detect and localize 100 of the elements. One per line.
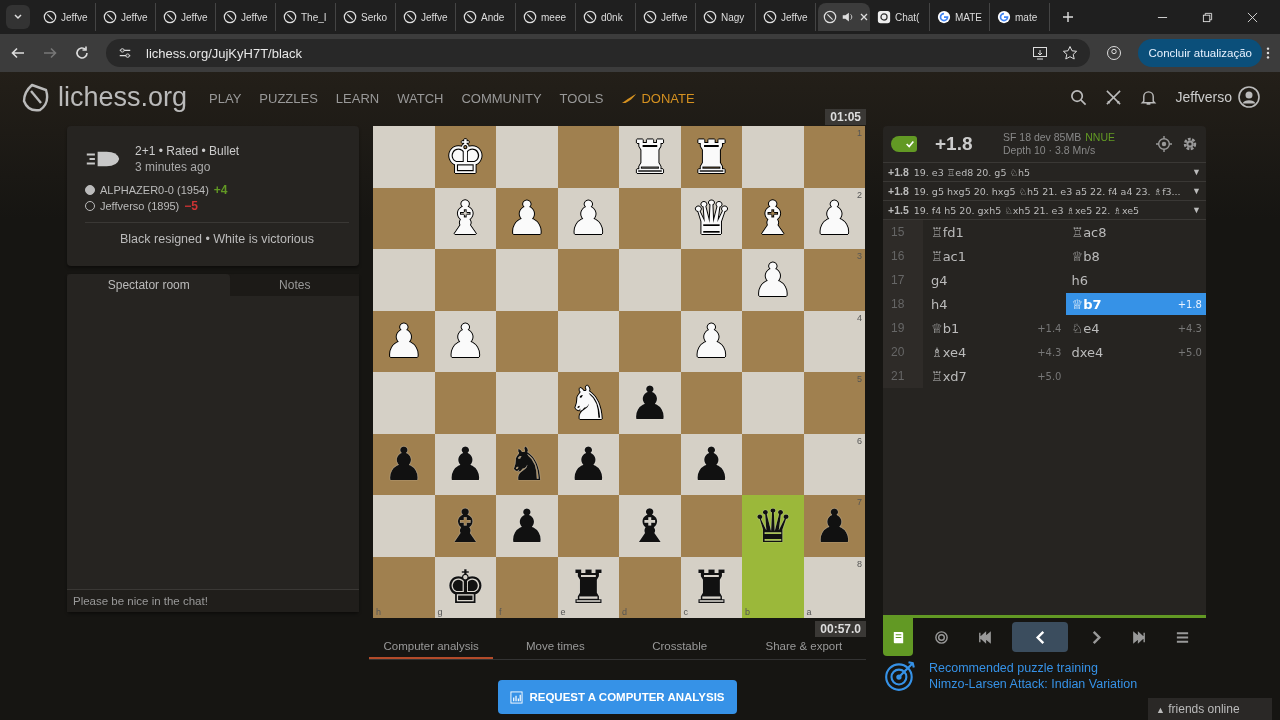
highlighted-square[interactable]: b — [742, 556, 804, 618]
nav-link[interactable]: LEARN — [335, 90, 380, 106]
restore-icon[interactable] — [1202, 11, 1213, 23]
move-item[interactable]: g4 — [925, 269, 1066, 291]
board-square[interactable]: ♝ — [619, 495, 681, 557]
bell-icon[interactable] — [1140, 88, 1158, 106]
crossed-swords-icon[interactable] — [1105, 88, 1123, 106]
chess-piece[interactable]: ♝ — [752, 195, 794, 242]
expand-arrow[interactable]: ▼ — [1192, 167, 1201, 177]
donate-link[interactable]: DONATE — [621, 90, 695, 106]
board-square[interactable]: ♟ — [373, 433, 435, 495]
move-item[interactable]: ♗xe4 +4.3 — [925, 341, 1066, 363]
chess-piece[interactable]: ♟ — [444, 441, 486, 488]
move-item[interactable]: dxe4 +5.0 — [1065, 341, 1206, 363]
browser-tab[interactable]: Ande — [458, 3, 516, 31]
board-square[interactable]: ♟ — [557, 433, 619, 495]
move-item[interactable]: ♖xd7 +5.0 — [925, 365, 1066, 387]
reload-icon[interactable] — [74, 45, 90, 61]
update-button[interactable]: Concluir atualização — [1138, 39, 1262, 67]
puzzle-link[interactable]: Recommended puzzle training — [929, 660, 1138, 676]
browser-tab[interactable]: Chat( — [872, 3, 930, 31]
browser-tab[interactable]: Jeffve — [218, 3, 276, 31]
chess-piece[interactable]: ♟ — [629, 379, 671, 426]
browser-tab[interactable]: meee — [518, 3, 576, 31]
board-square[interactable]: ♟ — [496, 187, 558, 249]
player-name[interactable]: Jeffverso (1895) — [100, 198, 180, 214]
panel-tab[interactable]: Spectator room — [67, 274, 231, 296]
chess-piece[interactable]: ♝ — [629, 502, 671, 549]
nav-link[interactable]: WATCH — [397, 90, 444, 106]
analysis-tab[interactable]: Share & export — [741, 636, 866, 659]
back-icon[interactable] — [10, 45, 26, 61]
move-item[interactable]: h6 — [1065, 269, 1206, 291]
board-square[interactable]: ♟ — [496, 495, 558, 557]
nav-link[interactable]: PLAY — [209, 90, 242, 106]
nav-control-button[interactable] — [1012, 622, 1069, 652]
browser-tab[interactable]: Serko — [338, 3, 396, 31]
board-square[interactable]: ♝ — [742, 187, 804, 249]
chess-piece[interactable]: ♜ — [567, 564, 609, 611]
new-tab-icon[interactable] — [1062, 11, 1074, 23]
board-square[interactable]: 4 — [803, 310, 865, 372]
expand-arrow[interactable]: ▼ — [1192, 205, 1201, 215]
highlighted-square[interactable]: ♛ — [742, 495, 804, 557]
chess-piece[interactable]: ♟ — [567, 441, 609, 488]
chess-piece[interactable]: ♟ — [506, 502, 548, 549]
browser-tab[interactable]: The_I — [278, 3, 336, 31]
nav-link[interactable]: COMMUNITY — [461, 90, 542, 106]
chess-piece[interactable]: ♟ — [690, 441, 732, 488]
browser-tab[interactable]: mate — [992, 3, 1050, 31]
puzzle-theme-link[interactable]: Nimzo-Larsen Attack: Indian Variation — [929, 676, 1138, 692]
address-bar[interactable]: lichess.org/JujKyH7T/black — [106, 39, 1091, 67]
analysis-tab[interactable]: Move times — [493, 636, 618, 659]
chess-piece[interactable]: ♚ — [444, 564, 486, 611]
chess-piece[interactable]: ♟ — [506, 195, 548, 242]
friends-online-button[interactable]: ▲ friends online — [1148, 698, 1272, 720]
chess-piece[interactable]: ♛ — [752, 502, 794, 549]
expand-arrow[interactable]: ▼ — [1192, 186, 1201, 196]
move-item[interactable]: ♕b1 +1.4 — [925, 317, 1066, 339]
board-square[interactable]: ♟ — [373, 310, 435, 372]
site-logo[interactable]: lichess.org — [58, 81, 188, 113]
analysis-tab[interactable]: Computer analysis — [369, 636, 494, 659]
settings-icon[interactable] — [1182, 136, 1198, 152]
browser-tab[interactable]: Jeffve — [398, 3, 456, 31]
chess-piece[interactable]: ♟ — [383, 318, 425, 365]
browser-tab[interactable]: MATE — [932, 3, 990, 31]
board-square[interactable]: 6 — [803, 433, 865, 495]
board-square[interactable]: ♝ — [434, 495, 496, 557]
chat-input[interactable]: Please be nice in the chat! — [67, 589, 359, 612]
browser-tab[interactable]: Jeffve — [98, 3, 156, 31]
chess-piece[interactable]: ♟ — [813, 502, 855, 549]
board-square[interactable]: ♞ — [557, 372, 619, 434]
avatar-icon[interactable] — [1238, 86, 1260, 108]
more-icon[interactable] — [1266, 46, 1270, 60]
crosshair-icon[interactable] — [1156, 136, 1172, 152]
board-square[interactable]: ♟ — [619, 372, 681, 434]
username[interactable]: Jeffverso — [1175, 89, 1232, 105]
browser-tab[interactable]: Jeffve — [758, 3, 816, 31]
board-square[interactable]: ♟ — [680, 433, 742, 495]
install-app-icon[interactable] — [1032, 45, 1049, 61]
board-square[interactable]: ♟ — [434, 433, 496, 495]
chess-piece[interactable]: ♞ — [567, 379, 609, 426]
move-item[interactable]: ♖fd1 — [925, 221, 1066, 243]
browser-tab[interactable]: Jeffve — [638, 3, 696, 31]
browser-tab[interactable]: Jeffve — [158, 3, 216, 31]
move-item[interactable]: ♖ac8 — [1065, 221, 1206, 243]
site-settings-icon[interactable] — [118, 46, 132, 60]
close-icon[interactable] — [859, 12, 869, 22]
player-name[interactable]: ALPHAZER0-0 (1954) — [100, 182, 209, 198]
engine-line[interactable]: +1.8 19. g5 hxg5 20. hxg5 ♘h5 21. e3 a5 22. f4 a4 23. ♗f3... ▼ — [883, 182, 1206, 201]
chess-piece[interactable]: ♜ — [690, 564, 732, 611]
engine-toggle[interactable] — [891, 136, 917, 152]
chess-piece[interactable]: ♝ — [444, 502, 486, 549]
board-square[interactable]: 8 a — [803, 556, 865, 618]
move-item[interactable]: ♘e4 +4.3 — [1065, 317, 1206, 339]
tab-list-button[interactable] — [6, 5, 30, 29]
chess-piece[interactable]: ♚ — [444, 133, 486, 180]
browser-tab[interactable]: d0nk — [578, 3, 636, 31]
browser-tab[interactable]: Jeffve — [38, 3, 96, 31]
move-item[interactable]: ♕b8 — [1065, 245, 1206, 267]
profile-icon[interactable] — [1106, 45, 1123, 61]
chess-piece[interactable]: ♟ — [383, 441, 425, 488]
